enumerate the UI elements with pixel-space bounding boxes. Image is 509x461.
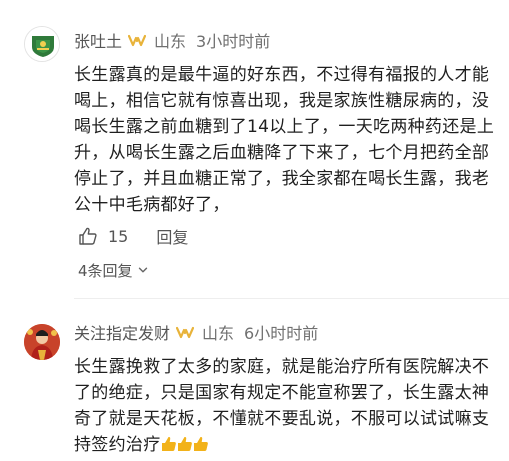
comment-text-line: 长生露挽救了太多的家庭，就是能治疗所有医院解决不 [74,357,490,377]
avatar-image [24,324,60,360]
comment-text: 长生露真的是最牛逼的好东西，不过得有福报的人才能 喝上，相信它就有惊喜出现，我是… [74,62,494,218]
username[interactable]: 张吐土 [74,28,122,52]
thumbs-up-emoji-icon [161,436,176,451]
comment-text-line: 喝长生露之前血糖到了14以上了，一天吃两种药还是上 [74,117,495,137]
replies-count-label: 4条回复 [78,261,133,280]
location: 山东 [154,32,187,51]
like-button[interactable]: 15 [78,226,128,246]
view-replies-link[interactable]: 4条回复 [78,258,149,282]
comment-text: 长生露挽救了太多的家庭，就是能治疗所有医院解决不 了的绝症，只是国家有规定不能宣… [74,354,494,458]
comment-text-line: 持签约治疗 [74,435,161,455]
thumbs-up-emoji-icon [177,436,192,451]
timestamp: 6小时时前 [244,324,319,343]
comment-text-line: 了的绝症，只是国家有规定不能宣称罢了，长生露太神 [74,383,490,403]
vip-badge-icon [128,33,147,47]
thumbs-up-emoji-icon [193,436,208,451]
comment-text-line: 喝上，相信它就有惊喜出现，我是家族性糖尿病的，没 [74,91,490,111]
divider [74,298,509,299]
comment-text-line: 停止了，并且血糖正常了，我全家都在喝长生露，我老 [74,169,490,189]
comment-text-line: 公十中毛病都好了， [74,195,230,215]
comment-text-line-with-emoji: 持签约治疗 [74,432,494,458]
reply-button[interactable]: 回复 [156,224,188,248]
username[interactable]: 关注指定发财 [74,320,170,344]
comment-meta: 张吐土 山东 3小时时前 [74,28,270,52]
comment-text-line: 长生露真的是最牛逼的好东西，不过得有福报的人才能 [74,65,490,85]
comment-text-line: 升，从喝长生露之后血糖降了下来了，七个月把药全部 [74,143,490,163]
avatar[interactable] [24,324,60,360]
like-count: 15 [108,226,129,246]
timestamp: 3小时时前 [196,32,271,51]
avatar[interactable] [24,26,60,62]
comment-actions: 15 回复 [78,222,188,250]
comment-text-line: 奇了就是天花板，不懂就不要乱说，不服可以试试嘛支 [74,409,490,429]
logo-avatar-image [25,27,59,61]
comment-meta: 关注指定发财 山东 6小时时前 [74,320,318,344]
thumbs-up-icon [79,227,97,245]
vip-badge-icon [176,325,195,339]
chevron-down-icon [138,267,147,273]
location: 山东 [202,324,235,343]
